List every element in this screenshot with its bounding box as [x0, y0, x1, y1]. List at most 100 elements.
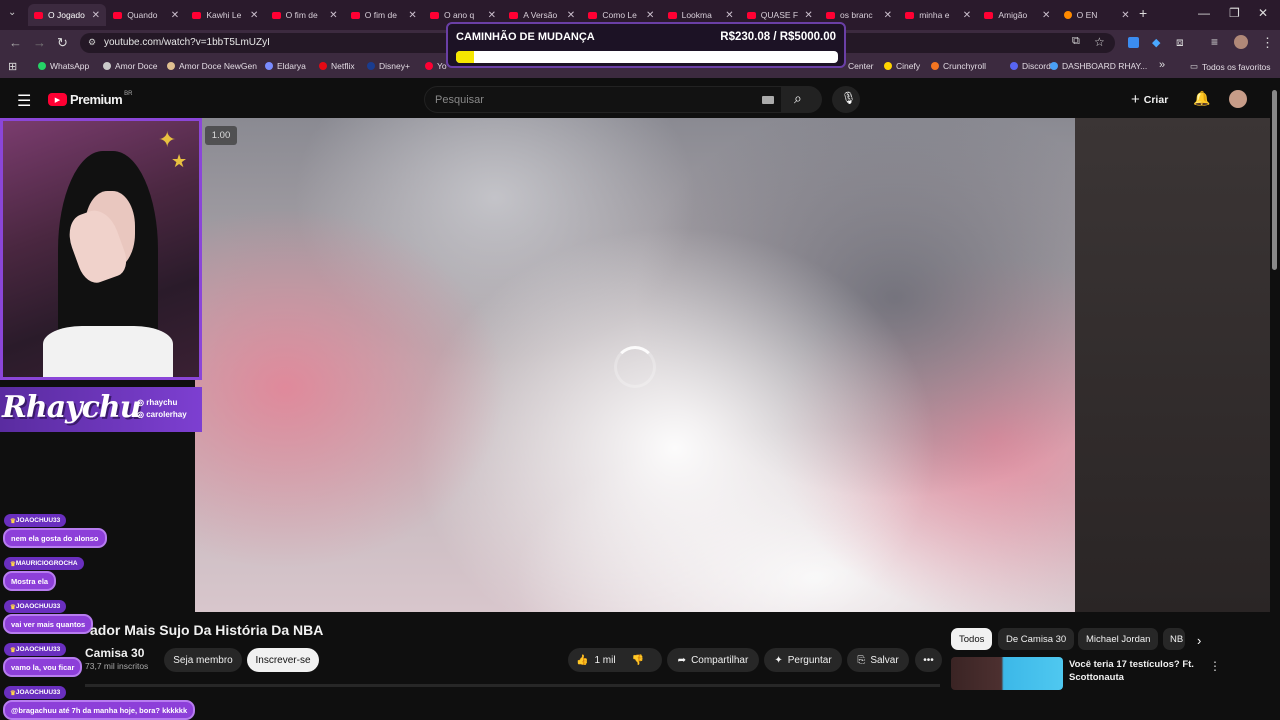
bookmark-item[interactable]: DASHBOARD RHAY... — [1050, 61, 1147, 71]
chips-next-icon[interactable]: › — [1197, 633, 1201, 648]
search-box[interactable]: Pesquisar — [424, 86, 782, 113]
bookmark-item[interactable]: Yo — [425, 61, 447, 71]
like-dislike-group: 👍 1 mil 👎 — [568, 648, 662, 672]
minimize-icon[interactable]: — — [1198, 6, 1210, 20]
chip-channel[interactable]: De Camisa 30 — [998, 628, 1075, 650]
apps-grid-icon[interactable]: ⊞ — [8, 60, 17, 73]
tab-search-icon[interactable]: ⌄ — [8, 7, 16, 18]
streamer-name: Rhaychu — [2, 390, 142, 425]
like-count[interactable]: 1 mil — [594, 655, 615, 666]
tab-title: O fim de — [285, 10, 318, 20]
subscribe-button[interactable]: Inscrever-se — [247, 648, 319, 672]
bookmark-item[interactable]: Netflix — [319, 61, 355, 71]
bookmark-label: Amor Doce NewGen — [179, 61, 257, 71]
save-button[interactable]: ⎘ Salvar — [847, 648, 909, 672]
page-scrollbar[interactable] — [1272, 90, 1277, 270]
youtube-favicon-icon — [588, 11, 598, 19]
browser-tab[interactable]: O Jogado ✕ — [28, 4, 106, 26]
menu-hamburger-icon[interactable]: ☰ — [17, 91, 31, 111]
voice-search-button[interactable]: 🎙 — [832, 86, 860, 113]
chip-all[interactable]: Todos — [951, 628, 993, 650]
search-placeholder: Pesquisar — [435, 94, 484, 106]
bookmark-item[interactable]: Amor Doce — [103, 61, 158, 71]
join-button[interactable]: Seja membro — [164, 648, 242, 672]
browser-tab[interactable]: Amigão ✕ — [978, 4, 1056, 26]
tab-title: minha e — [919, 10, 950, 20]
microphone-icon: 🎙 — [841, 91, 857, 105]
bookmark-favicon-icon — [1050, 62, 1058, 70]
youtube-logo[interactable]: ▶ Premium BR — [48, 91, 132, 107]
close-tab-icon[interactable]: ✕ — [1121, 10, 1129, 21]
close-tab-icon[interactable]: ✕ — [567, 10, 575, 21]
ask-button[interactable]: ✦ Perguntar — [764, 648, 842, 672]
close-tab-icon[interactable]: ✕ — [804, 10, 812, 21]
close-tab-icon[interactable]: ✕ — [408, 10, 416, 21]
account-avatar[interactable] — [1229, 90, 1247, 108]
dislike-icon[interactable]: 👎 — [632, 655, 644, 666]
notifications-bell-icon[interactable]: 🔔 — [1193, 90, 1210, 107]
video-title: ador Mais Sujo Da História Da NBA — [90, 622, 324, 638]
like-icon[interactable]: 👍 — [576, 655, 588, 666]
close-tab-icon[interactable]: ✕ — [329, 10, 337, 21]
browser-tab[interactable]: Kawhi Le ✕ — [186, 4, 264, 26]
extensions-icon[interactable]: ⧈ — [1176, 35, 1184, 50]
forward-icon[interactable]: → — [33, 35, 46, 50]
share-icon: ➦ — [677, 654, 687, 666]
bookmark-item[interactable]: WhatsApp — [38, 61, 89, 71]
channel-name[interactable]: Camisa 30 — [85, 646, 144, 660]
close-tab-icon[interactable]: ✕ — [963, 10, 971, 21]
back-icon[interactable]: ← — [9, 35, 22, 50]
share-button[interactable]: ➦ Compartilhar — [667, 648, 759, 672]
bookmark-item[interactable]: Discord — [1010, 61, 1051, 71]
all-favorites-label: Todos os favoritos — [1202, 61, 1271, 72]
site-info-icon[interactable]: ⚙ — [88, 37, 96, 48]
browser-tab[interactable]: minha e ✕ — [899, 4, 977, 26]
rec-menu-icon[interactable]: ⋮ — [1209, 659, 1221, 673]
chat-message: vai ver mais quantos — [3, 614, 94, 634]
extension-download-icon[interactable] — [1128, 37, 1139, 48]
close-tab-icon[interactable]: ✕ — [725, 10, 733, 21]
close-tab-icon[interactable]: ✕ — [171, 10, 179, 21]
tab-groups-icon[interactable]: ≡ — [1211, 35, 1218, 49]
all-favorites-folder[interactable]: ▭ Todos os favoritos — [1190, 61, 1271, 72]
create-button[interactable]: + Criar — [1131, 91, 1168, 108]
close-tab-icon[interactable]: ✕ — [1042, 10, 1050, 21]
bookmark-item[interactable]: Disney+ — [367, 61, 410, 71]
bookmark-item[interactable]: Eldarya — [265, 61, 306, 71]
chat-username: ♛ JOAOCHUU33 — [4, 600, 67, 613]
close-tab-icon[interactable]: ✕ — [646, 10, 654, 21]
tab-title: QUASE F — [760, 10, 799, 20]
browser-tab[interactable]: O fim de ✕ — [345, 4, 423, 26]
browser-tab[interactable]: O EN ✕ — [1058, 4, 1136, 26]
chip-nba[interactable]: NB — [1163, 628, 1185, 650]
keyboard-icon[interactable] — [762, 96, 774, 104]
rec-thumbnail[interactable] — [951, 657, 1063, 690]
browser-tab[interactable]: O fim de ✕ — [266, 4, 344, 26]
new-tab-button[interactable]: + — [1139, 5, 1147, 21]
more-actions-button[interactable]: ••• — [915, 648, 942, 672]
bookmark-item[interactable]: Cinefy — [884, 61, 920, 71]
video-side-area — [1075, 118, 1270, 612]
restore-icon[interactable]: ❐ — [1229, 6, 1240, 20]
reload-icon[interactable]: ↻ — [57, 35, 68, 51]
rec-title[interactable]: Você teria 17 testículos? Ft. Scottonaut… — [1069, 658, 1199, 684]
extension-diamond-icon[interactable]: ◆ — [1152, 36, 1160, 49]
more-bookmarks-icon[interactable]: » — [1159, 59, 1165, 71]
bookmark-star-icon[interactable]: ☆ — [1094, 35, 1105, 49]
close-tab-icon[interactable]: ✕ — [92, 10, 100, 21]
close-window-icon[interactable]: ✕ — [1258, 6, 1268, 20]
browser-menu-icon[interactable]: ⋮ — [1261, 35, 1274, 51]
close-tab-icon[interactable]: ✕ — [884, 10, 892, 21]
bookmark-item[interactable]: Crunchyroll — [931, 61, 986, 71]
close-tab-icon[interactable]: ✕ — [250, 10, 258, 21]
browser-tab[interactable]: Quando ✕ — [107, 4, 185, 26]
goal-amount: R$230.08 / R$5000.00 — [720, 31, 836, 43]
bookmark-item[interactable]: Amor Doce NewGen — [167, 61, 257, 71]
install-app-icon[interactable]: ⧉ — [1072, 35, 1080, 48]
profile-avatar[interactable] — [1234, 35, 1248, 49]
search-button[interactable]: ⌕ — [782, 86, 822, 113]
close-tab-icon[interactable]: ✕ — [488, 10, 496, 21]
chip-michael-jordan[interactable]: Michael Jordan — [1078, 628, 1159, 650]
url-text: youtube.com/watch?v=1bbT5LmUZyI — [104, 37, 270, 48]
bookmark-item[interactable]: Center — [848, 61, 874, 71]
